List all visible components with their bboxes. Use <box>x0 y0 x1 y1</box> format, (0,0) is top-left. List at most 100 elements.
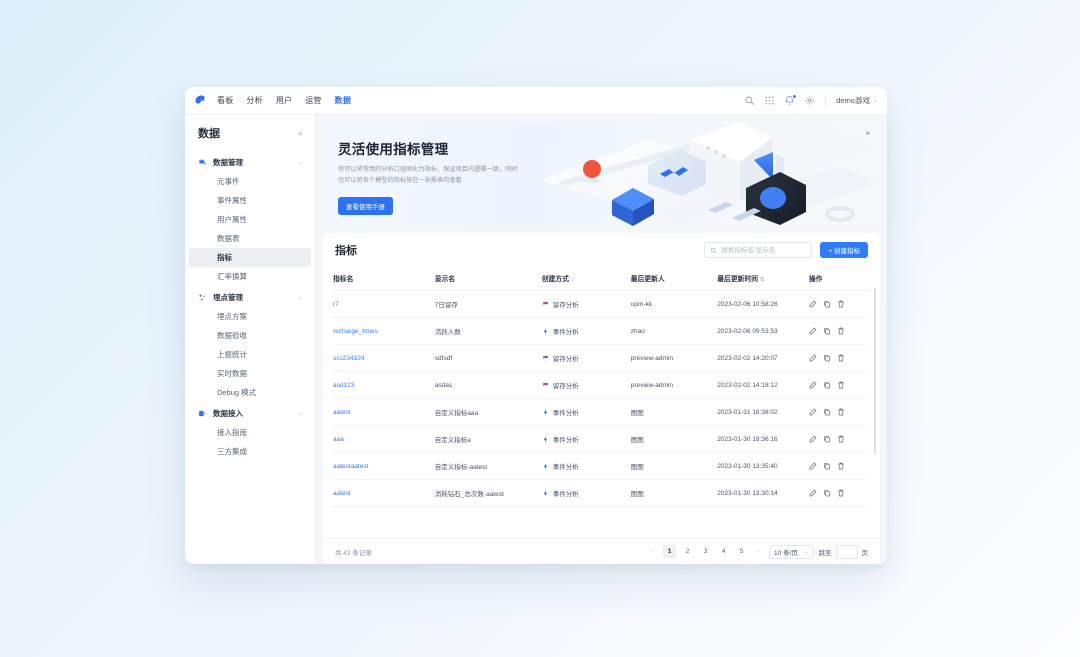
next-page-button[interactable]: → <box>753 548 764 555</box>
cell-last-update-time: 2023-01-30 13:35:40 <box>717 452 809 480</box>
nav-item-analysis[interactable]: 分析 <box>246 95 262 106</box>
metric-name-link[interactable]: r7 <box>333 301 339 308</box>
metric-name-link[interactable]: aatest <box>333 409 351 416</box>
sidebar-item-user-properties[interactable]: 用户属性 <box>189 210 311 229</box>
delete-icon[interactable] <box>837 327 845 335</box>
edit-icon[interactable] <box>809 408 817 416</box>
sidebar-item-realtime-data[interactable]: 实时数据 <box>189 364 311 383</box>
edit-icon[interactable] <box>809 462 817 470</box>
table-row[interactable]: recharge_times 活跃人数 事件分析 zhao 2023-02-06 09:… <box>333 317 870 345</box>
copy-icon[interactable] <box>823 435 831 443</box>
apps-grid-icon[interactable] <box>764 95 775 106</box>
account-switcher[interactable]: demo游戏 ⌄ <box>836 95 878 106</box>
delete-icon[interactable] <box>837 381 845 389</box>
page-button-4[interactable]: 4 <box>717 545 730 558</box>
page-button-5[interactable]: 5 <box>735 545 748 558</box>
table-row[interactable]: aatestaatest 自定义指标-aatest 事件分析 图图 2023-01-30… <box>333 452 870 480</box>
sidebar-item-meta-events[interactable]: 元事件 <box>189 172 311 191</box>
metric-name-link[interactable]: asd123 <box>333 382 354 389</box>
page-button-3[interactable]: 3 <box>699 545 712 558</box>
window-body: 数据 « 数据管理 ⌄ 元事件 事件属性 用户属性 数据表 指标 汇率换算 埋点… <box>185 115 887 564</box>
cell-metric-name: aatest <box>333 479 435 507</box>
sidebar-group-label: 数据管理 <box>213 158 243 167</box>
edit-icon[interactable] <box>809 300 817 308</box>
view-manual-button[interactable]: 查看使用手册 <box>338 196 393 215</box>
column-header-create-method[interactable]: 创建方式 ▽ <box>541 266 631 291</box>
edit-icon[interactable] <box>809 354 817 362</box>
delete-icon[interactable] <box>837 408 845 416</box>
cell-last-updater: 图图 <box>630 479 718 507</box>
page-button-1[interactable]: 1 <box>663 545 677 558</box>
nav-item-data[interactable]: 数据 <box>335 95 351 106</box>
delete-icon[interactable] <box>837 462 845 470</box>
table-row[interactable]: r7 7日留存 留存分析 opm-kk 2023-02-06 10:58:26 <box>333 290 870 318</box>
sidebar-item-integration-guide[interactable]: 接入指南 <box>189 423 311 442</box>
sidebar-item-data-acceptance[interactable]: 数据验收 <box>189 326 311 345</box>
copy-icon[interactable] <box>823 489 831 497</box>
table-row[interactable]: aatest 自定义指标aaa 事件分析 图图 2023-01-31 18:38:02 <box>333 398 870 426</box>
sidebar-item-tracking-plan[interactable]: 埋点方案 <box>189 307 311 326</box>
cell-display-name: 消耗钻石_总次数-aatest <box>434 479 542 507</box>
nav-item-dashboard[interactable]: 看板 <box>217 95 233 106</box>
page-size-select[interactable]: 10 条/页 ⌄ <box>769 544 814 559</box>
bell-icon[interactable] <box>784 95 797 106</box>
edit-icon[interactable] <box>809 327 817 335</box>
metric-name-link[interactable]: sss234324 <box>333 355 364 362</box>
copy-icon[interactable] <box>823 381 831 389</box>
search-icon[interactable] <box>744 95 755 106</box>
sidebar-group-data-management[interactable]: 数据管理 ⌄ <box>185 153 315 172</box>
column-header-create-method-label: 创建方式 <box>541 276 569 283</box>
create-metric-button[interactable]: + 创建指标 <box>820 242 868 258</box>
gear-icon[interactable] <box>804 95 815 106</box>
copy-icon[interactable] <box>823 354 831 362</box>
nav-item-operations[interactable]: 运营 <box>305 95 321 106</box>
edit-icon[interactable] <box>809 435 817 443</box>
scrollbar-thumb[interactable] <box>873 288 876 454</box>
nav-item-users[interactable]: 用户 <box>276 95 292 106</box>
metric-name-link[interactable]: aatestaatest <box>333 463 368 470</box>
copy-icon[interactable] <box>823 300 831 308</box>
cell-create-method: 事件分析 <box>541 425 631 453</box>
jump-page-input[interactable] <box>835 544 858 559</box>
metric-name-link[interactable]: recharge_times <box>333 328 378 335</box>
edit-icon[interactable] <box>809 489 817 497</box>
table-header: 指标名 显示名 创建方式 ▽ 最后更新人 最后更新时间 ⇅ 操作 <box>333 266 870 291</box>
close-icon[interactable]: × <box>865 130 870 138</box>
sidebar-item-exchange-rate[interactable]: 汇率换算 <box>189 267 311 286</box>
sidebar-item-event-properties[interactable]: 事件属性 <box>189 191 311 210</box>
sort-icon[interactable]: ⇅ <box>760 277 765 283</box>
copy-icon[interactable] <box>823 408 831 416</box>
sidebar-item-data-tables[interactable]: 数据表 <box>189 229 311 248</box>
delete-icon[interactable] <box>837 354 845 362</box>
table-row[interactable]: sss234324 sdfsdf 留存分析 preview-admin 2023-02-… <box>333 344 870 372</box>
table-row[interactable]: asd123 asdas 留存分析 preview-admin 2023-02-02 1… <box>333 371 870 399</box>
metric-name-link[interactable]: aatest <box>333 490 351 497</box>
sidebar-item-metrics[interactable]: 指标 <box>189 248 311 267</box>
table-scrollbar[interactable] <box>873 288 876 532</box>
edit-icon[interactable] <box>809 381 817 389</box>
sidebar-group-data-import[interactable]: 数据接入 ⌄ <box>185 404 315 423</box>
page-button-2[interactable]: 2 <box>681 545 694 558</box>
delete-icon[interactable] <box>837 435 845 443</box>
search-input[interactable] <box>721 246 807 254</box>
column-header-last-update-time[interactable]: 最后更新时间 ⇅ <box>717 266 809 291</box>
sidebar-group-tracking-management[interactable]: 埋点管理 ⌄ <box>185 288 315 307</box>
metric-name-link[interactable]: aaa <box>333 436 344 443</box>
cell-operations <box>808 371 870 399</box>
sidebar-item-third-party-integration[interactable]: 三方集成 <box>189 442 311 461</box>
delete-icon[interactable] <box>837 300 845 308</box>
sidebar-title: 数据 <box>198 128 220 140</box>
table-row[interactable]: aatest 消耗钻石_总次数-aatest 事件分析 图图 2023-01-30 13… <box>333 479 870 507</box>
column-header-display-name: 显示名 <box>434 266 542 291</box>
chevron-down-icon: ⌄ <box>803 548 809 555</box>
copy-icon[interactable] <box>823 462 831 470</box>
search-box[interactable] <box>704 242 813 258</box>
copy-icon[interactable] <box>823 327 831 335</box>
delete-icon[interactable] <box>837 489 845 497</box>
sidebar-item-report-statistics[interactable]: 上报统计 <box>189 345 311 364</box>
table-row[interactable]: aaa 自定义指标a 事件分析 图图 2023-01-30 19:36:16 <box>333 425 870 453</box>
collapse-sidebar-icon[interactable]: « <box>298 128 303 138</box>
filter-icon[interactable]: ▽ <box>571 277 575 283</box>
prev-page-button[interactable]: ← <box>647 548 658 555</box>
sidebar-item-debug-mode[interactable]: Debug 模式 <box>189 383 311 402</box>
